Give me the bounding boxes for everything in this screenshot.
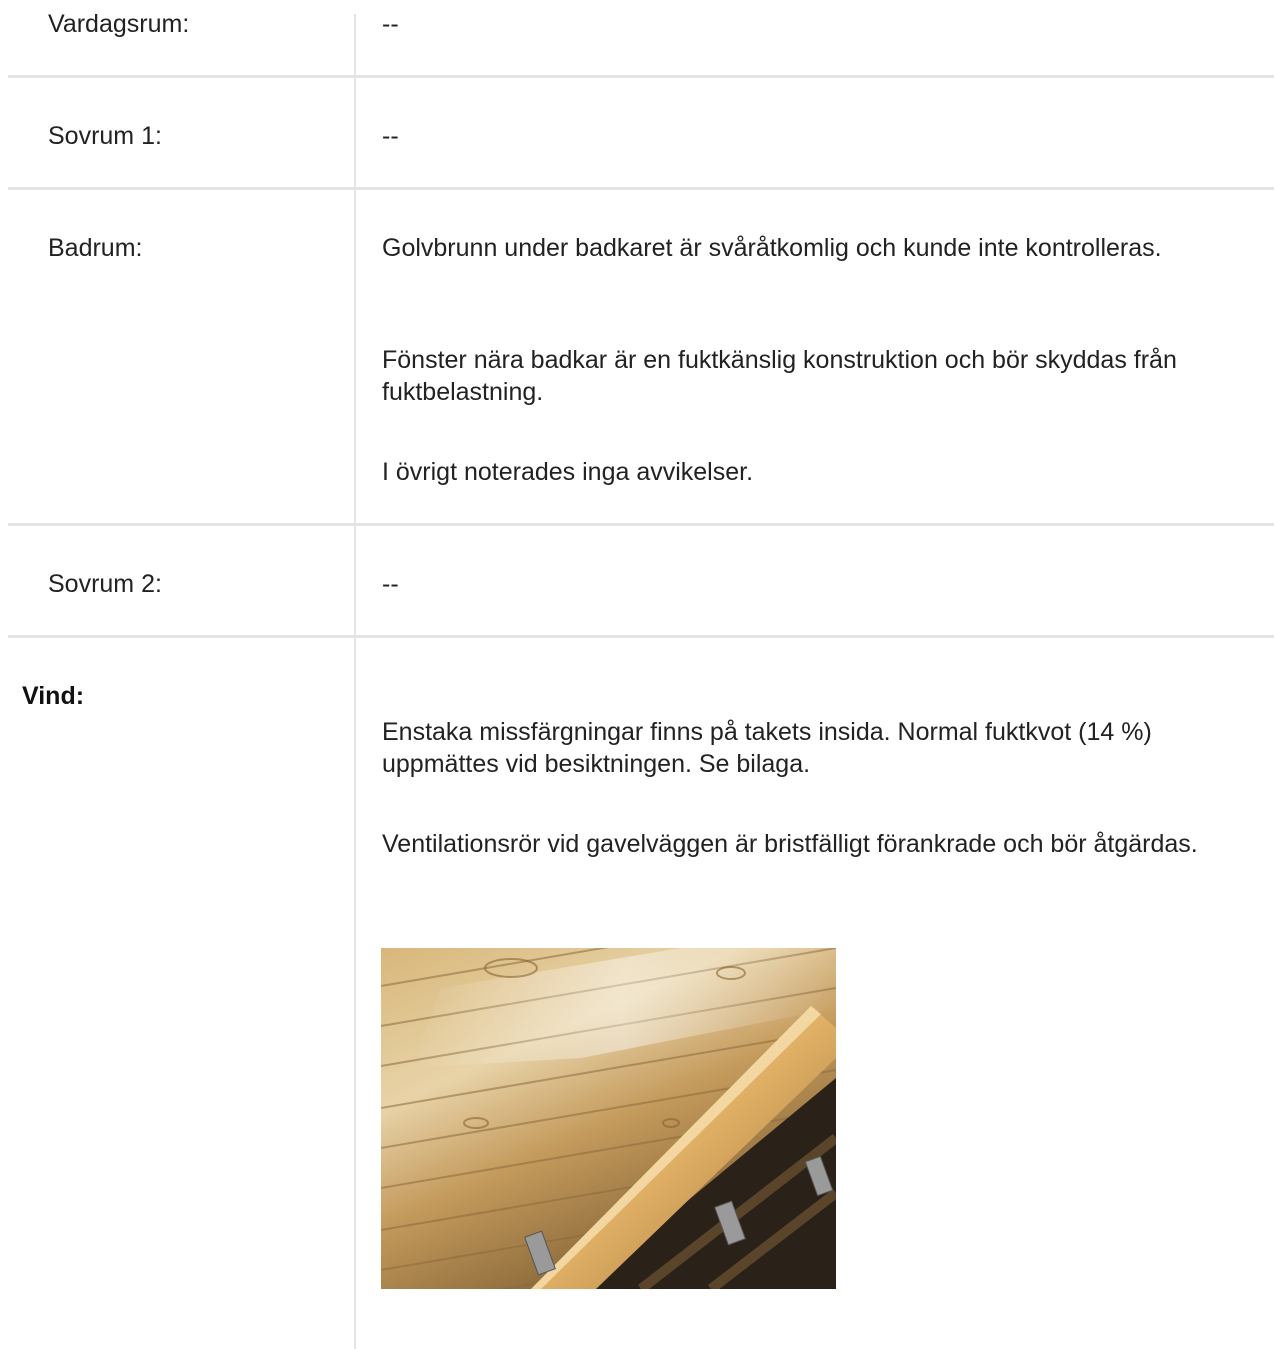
row-separator: [8, 75, 1274, 78]
badrum-paragraph-2: Fönster nära badkar är en fuktkänslig ko…: [382, 346, 1177, 406]
vind-paragraph-2: Ventilationsrör vid gavelväggen är brist…: [382, 830, 1198, 858]
row-value-sovrum-1: --: [382, 122, 399, 150]
row-label-vind: Vind:: [22, 682, 85, 710]
row-label-vardagsrum: Vardagsrum:: [48, 10, 190, 38]
row-separator: [8, 635, 1274, 638]
row-label-sovrum-1: Sovrum 1:: [48, 122, 162, 150]
attic-roof-photo: [381, 948, 836, 1289]
badrum-paragraph-3: I övrigt noterades inga avvikelser.: [382, 458, 754, 486]
row-separator: [8, 523, 1274, 526]
badrum-paragraph-1: Golvbrunn under badkaret är svåråtkomlig…: [382, 234, 1162, 262]
inspection-report-page: Vardagsrum: -- Sovrum 1: -- Badrum: Golv…: [0, 0, 1274, 1349]
row-label-badrum: Badrum:: [48, 234, 143, 262]
vind-paragraph-1: Enstaka missfärgningar finns på takets i…: [382, 718, 1152, 778]
row-separator: [8, 187, 1274, 190]
row-value-sovrum-2: --: [382, 570, 399, 598]
row-label-sovrum-2: Sovrum 2:: [48, 570, 162, 598]
row-value-vardagsrum: --: [382, 10, 399, 38]
column-divider: [354, 14, 356, 1349]
